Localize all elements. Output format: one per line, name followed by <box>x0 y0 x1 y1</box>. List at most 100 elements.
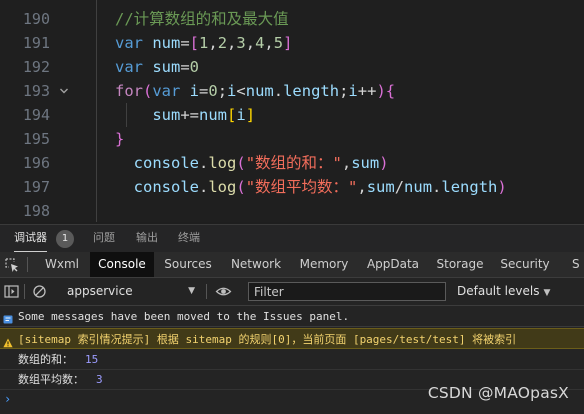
toolbar-divider <box>206 284 207 299</box>
code-token: 5 <box>273 34 284 52</box>
code-line: } <box>115 127 124 151</box>
debugger-count-badge: 1 <box>56 230 74 248</box>
code-token: { <box>385 82 396 100</box>
console-prompt-icon[interactable]: › <box>4 392 11 406</box>
toolbar-divider <box>24 284 25 299</box>
code-token: num <box>152 34 181 52</box>
code-token: ( <box>143 82 153 100</box>
tab-output[interactable]: 输出 <box>136 225 158 253</box>
code-line: for(var i=0;i<num.length;i++){ <box>115 79 395 103</box>
line-number: 194 <box>22 106 50 124</box>
line-number: 197 <box>22 178 50 196</box>
code-token: = <box>180 58 190 76</box>
code-token: num <box>199 106 227 124</box>
tab-appdata[interactable]: AppData <box>362 252 424 277</box>
line-number: 191 <box>22 34 50 52</box>
code-token: . <box>199 154 209 172</box>
tab-wxml[interactable]: Wxml <box>38 252 86 277</box>
console-info-message: Some messages have been moved to the Iss… <box>0 307 584 327</box>
eye-icon[interactable] <box>215 283 232 300</box>
code-token: 0 <box>189 58 200 76</box>
tab-debugger[interactable]: 调试器 <box>14 225 47 253</box>
tab-overflow[interactable]: S <box>572 252 584 277</box>
log-levels-dropdown[interactable]: Default levels ▼ <box>457 282 550 301</box>
code-token: for <box>115 82 143 100</box>
inspect-element-icon[interactable] <box>3 256 21 274</box>
code-token: , <box>208 34 218 52</box>
code-token: log <box>208 154 237 172</box>
code-token: } <box>115 130 125 148</box>
info-text: Some messages have been moved to the Iss… <box>18 310 350 323</box>
filter-input[interactable] <box>248 282 446 301</box>
levels-label: Default levels <box>457 284 540 298</box>
code-token: ( <box>236 154 246 172</box>
tab-memory[interactable]: Memory <box>294 252 354 277</box>
code-token: sum <box>152 58 181 76</box>
console-log-row: 数组的和： 15 <box>0 350 584 370</box>
code-token: = <box>180 34 190 52</box>
context-value: appservice <box>67 284 133 298</box>
code-token: , <box>227 34 237 52</box>
tab-console[interactable]: Console <box>90 252 154 277</box>
devtools-window: 190 191 192 193 194 195 196 197 198 //计算… <box>0 0 584 414</box>
code-token: ( <box>236 178 246 196</box>
code-token: length <box>441 178 498 196</box>
line-number: 190 <box>22 10 50 28</box>
dropdown-caret-icon: ▼ <box>188 286 195 296</box>
code-token: . <box>199 178 209 196</box>
info-message-icon <box>3 312 13 324</box>
tab-security[interactable]: Security <box>496 252 554 277</box>
code-token: sum <box>351 154 380 172</box>
clear-console-icon[interactable] <box>31 283 48 300</box>
code-token: "数组平均数：" <box>245 178 358 196</box>
code-token: var <box>152 82 190 100</box>
code-token: ) <box>379 154 389 172</box>
panel-tab-bar: 调试器 1 问题 输出 终端 <box>0 224 584 253</box>
code-token: . <box>432 178 442 196</box>
tab-network[interactable]: Network <box>224 252 288 277</box>
line-number: 198 <box>22 202 50 220</box>
code-token: 0 <box>208 82 218 100</box>
console-toolbar: appservice ▼ Default levels▼ <box>0 278 584 306</box>
code-token: += <box>180 106 199 124</box>
code-token: ; <box>217 82 228 100</box>
line-number: 196 <box>22 154 50 172</box>
line-number: 195 <box>22 130 50 148</box>
code-token: var <box>115 58 153 76</box>
code-token: ) <box>497 178 507 196</box>
devtools-tab-bar: Wxml Console Sources Network Memory AppD… <box>0 252 584 278</box>
code-token: , <box>245 34 256 52</box>
code-token: = <box>199 82 209 100</box>
log-value: 3 <box>96 373 103 386</box>
code-token: 3 <box>236 34 246 52</box>
tab-terminal[interactable]: 终端 <box>178 225 200 253</box>
line-number-gutter: 190 191 192 193 194 195 196 197 198 <box>0 0 78 222</box>
code-line: var sum=0 <box>115 55 199 79</box>
code-token: ++ <box>357 82 377 100</box>
tab-sources[interactable]: Sources <box>158 252 218 277</box>
sidebar-toggle-icon[interactable] <box>3 283 20 300</box>
code-token: i <box>189 82 200 100</box>
code-token: 2 <box>217 34 228 52</box>
code-token: i <box>227 82 237 100</box>
code-line: var num=[1,2,3,4,5] <box>115 31 292 55</box>
tab-issues[interactable]: 问题 <box>93 225 115 253</box>
code-token: console <box>133 154 199 172</box>
code-token: ) <box>376 82 386 100</box>
tab-storage[interactable]: Storage <box>430 252 490 277</box>
tab-label: 调试器 <box>14 231 47 244</box>
code-line: console.log("数组平均数：",sum/num.length) <box>115 175 507 199</box>
dropdown-caret-icon: ▼ <box>543 288 551 298</box>
line-number: 193 <box>22 82 50 100</box>
code-token: sum <box>366 178 395 196</box>
toolbar-divider <box>27 257 28 272</box>
code-token: / <box>394 178 405 196</box>
code-line: //计算数组的和及最大值 <box>115 7 289 31</box>
fold-chevron-icon[interactable] <box>58 79 70 103</box>
code-editor[interactable]: 190 191 192 193 194 195 196 197 198 //计算… <box>0 0 584 222</box>
context-selector[interactable]: appservice ▼ <box>60 282 198 301</box>
code-token: length <box>283 82 340 100</box>
line-number: 192 <box>22 58 50 76</box>
